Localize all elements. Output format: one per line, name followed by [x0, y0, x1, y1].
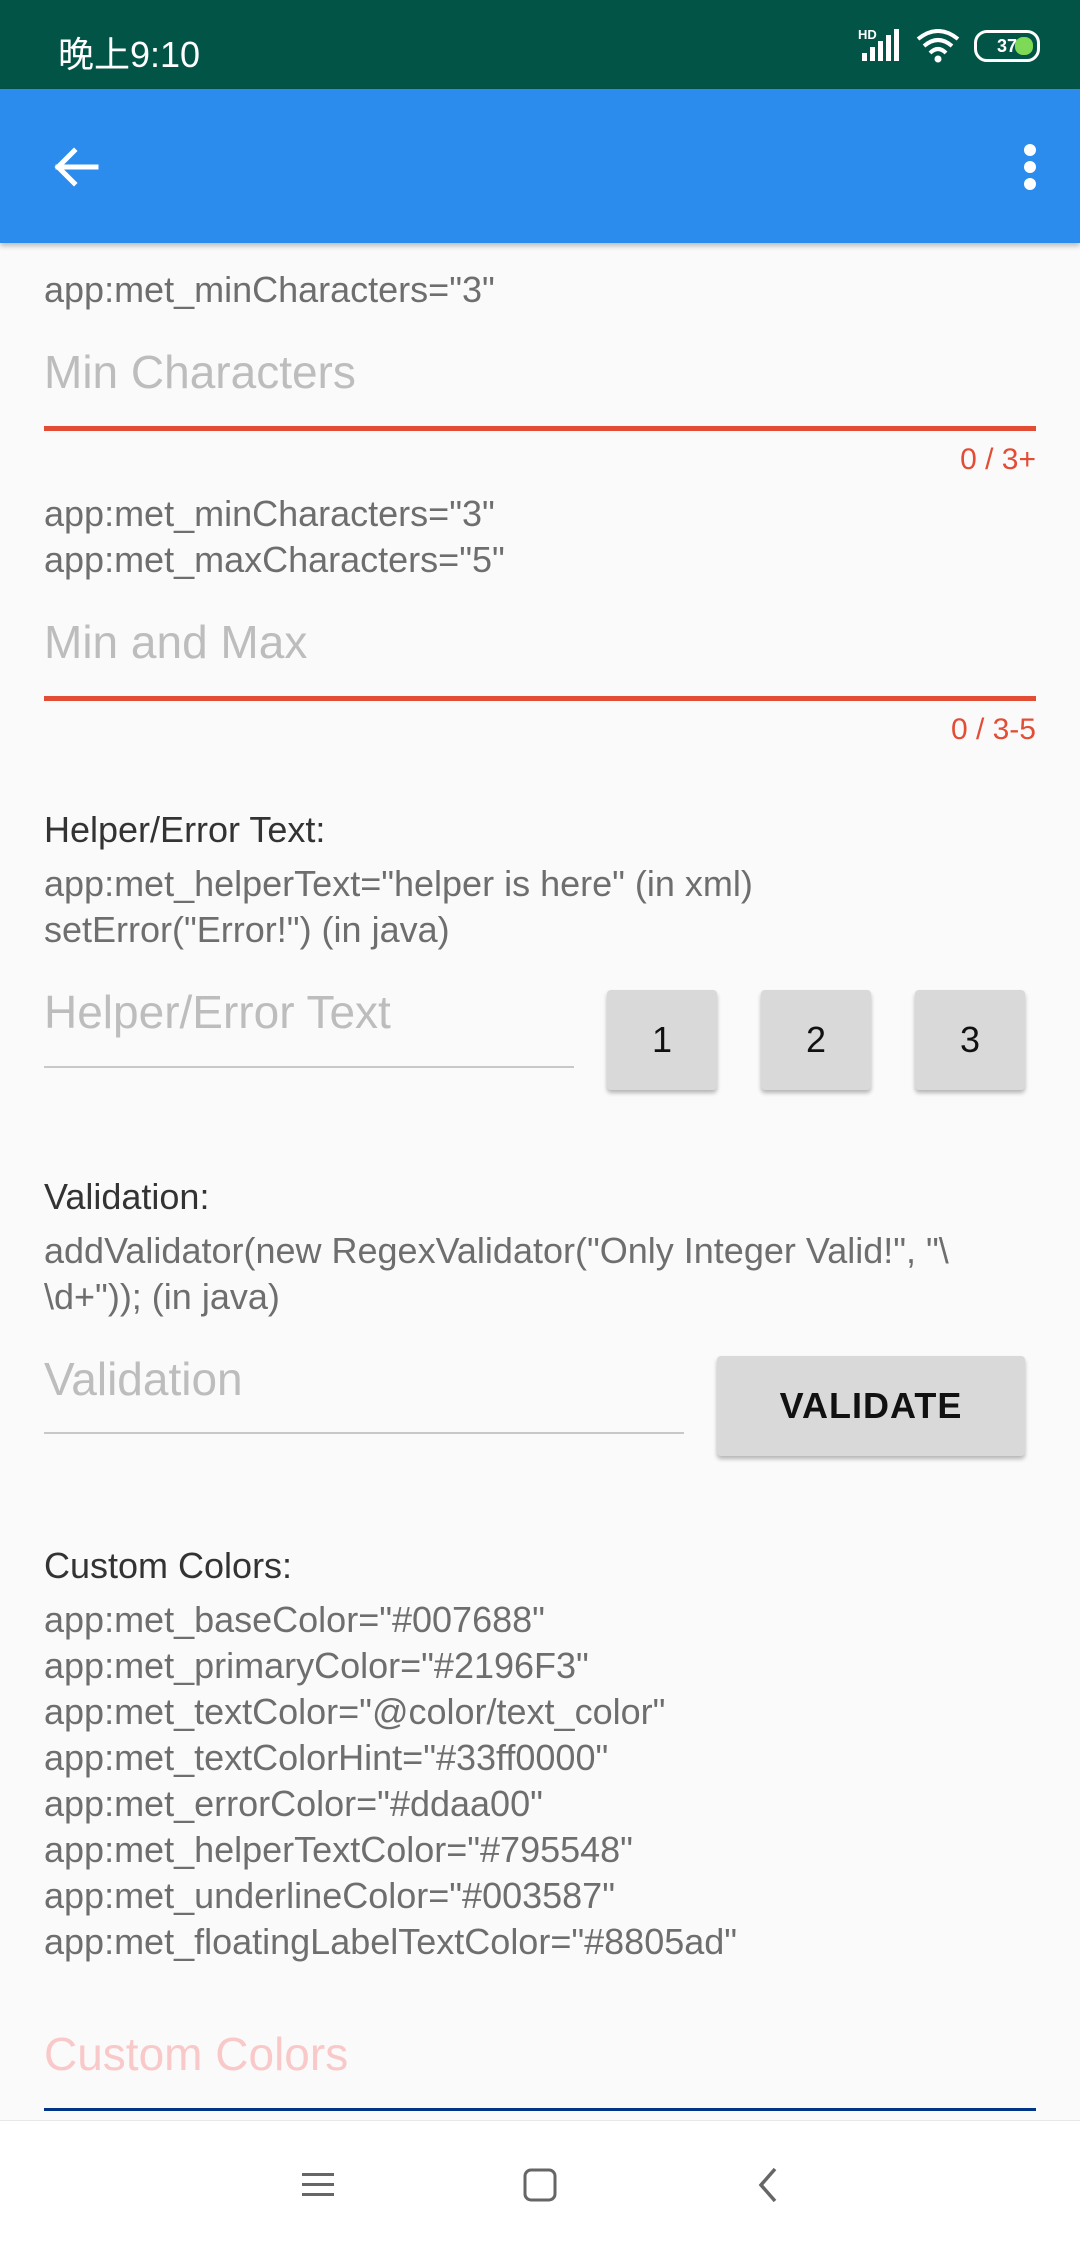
menu-icon[interactable] — [288, 2155, 348, 2215]
min-max-input[interactable]: Min and Max — [44, 615, 307, 669]
min-characters-counter: 0 / 3+ — [960, 443, 1036, 476]
custom-colors-code-5: app:met_errorColor="#ddaa00" — [44, 1783, 543, 1824]
validation-title: Validation: — [44, 1176, 210, 1217]
helper-error-input[interactable]: Helper/Error Text — [44, 985, 391, 1039]
status-icons: HD 37 — [858, 27, 1040, 64]
validation-code-1: addValidator(new RegexValidator("Only In… — [44, 1230, 949, 1271]
min-max-counter: 0 / 3-5 — [950, 713, 1036, 746]
helper-error-code-2: setError("Error!") (in java) — [44, 909, 450, 950]
min-max-underline — [44, 696, 1036, 701]
min-max-code-1: app:met_minCharacters="3" — [44, 493, 495, 534]
custom-colors-code-7: app:met_underlineColor="#003587" — [44, 1875, 615, 1916]
status-bar: 晚上9:10 HD 37 — [0, 0, 1080, 89]
back-chevron-icon[interactable] — [738, 2155, 798, 2215]
helper-button-2[interactable]: 2 — [761, 990, 871, 1090]
custom-colors-code-2: app:met_primaryColor="#2196F3" — [44, 1645, 589, 1686]
validation-code-2: \d+")); (in java) — [44, 1276, 280, 1317]
status-time: 晚上9:10 — [58, 34, 201, 75]
custom-colors-code-8: app:met_floatingLabelTextColor="#8805ad" — [44, 1921, 738, 1962]
min-characters-input[interactable]: Min Characters — [44, 345, 356, 399]
signal-icon: HD — [858, 27, 902, 63]
custom-colors-code-1: app:met_baseColor="#007688" — [44, 1599, 545, 1640]
custom-colors-code-4: app:met_textColorHint="#33ff0000" — [44, 1737, 609, 1778]
custom-colors-title: Custom Colors: — [44, 1545, 293, 1586]
validation-underline — [44, 1432, 684, 1434]
min-max-code-2: app:met_maxCharacters="5" — [44, 539, 505, 580]
more-vert-icon[interactable] — [1000, 131, 1060, 203]
min-characters-code: app:met_minCharacters="3" — [44, 269, 495, 310]
battery-icon: 37 — [974, 30, 1040, 62]
custom-colors-input[interactable]: Custom Colors — [44, 2027, 348, 2081]
nav-bar — [0, 2120, 1080, 2249]
app-bar — [0, 89, 1080, 243]
validation-input[interactable]: Validation — [44, 1352, 243, 1406]
helper-button-1[interactable]: 1 — [607, 990, 717, 1090]
custom-colors-code-3: app:met_textColor="@color/text_color" — [44, 1691, 666, 1732]
min-characters-underline — [44, 426, 1036, 431]
content-scroll[interactable]: app:met_minCharacters="3" Min Characters… — [0, 243, 1080, 2120]
home-square-icon[interactable] — [510, 2155, 570, 2215]
validate-button[interactable]: VALIDATE — [717, 1356, 1025, 1456]
helper-button-3[interactable]: 3 — [915, 990, 1025, 1090]
wifi-icon — [916, 29, 960, 63]
battery-level: 37 — [996, 35, 1018, 56]
custom-colors-code-6: app:met_helperTextColor="#795548" — [44, 1829, 633, 1870]
helper-error-title: Helper/Error Text: — [44, 809, 326, 850]
helper-error-code-1: app:met_helperText="helper is here" (in … — [44, 863, 753, 904]
custom-colors-underline — [44, 2108, 1036, 2111]
back-arrow-icon[interactable] — [40, 131, 112, 203]
helper-error-underline — [44, 1066, 574, 1068]
